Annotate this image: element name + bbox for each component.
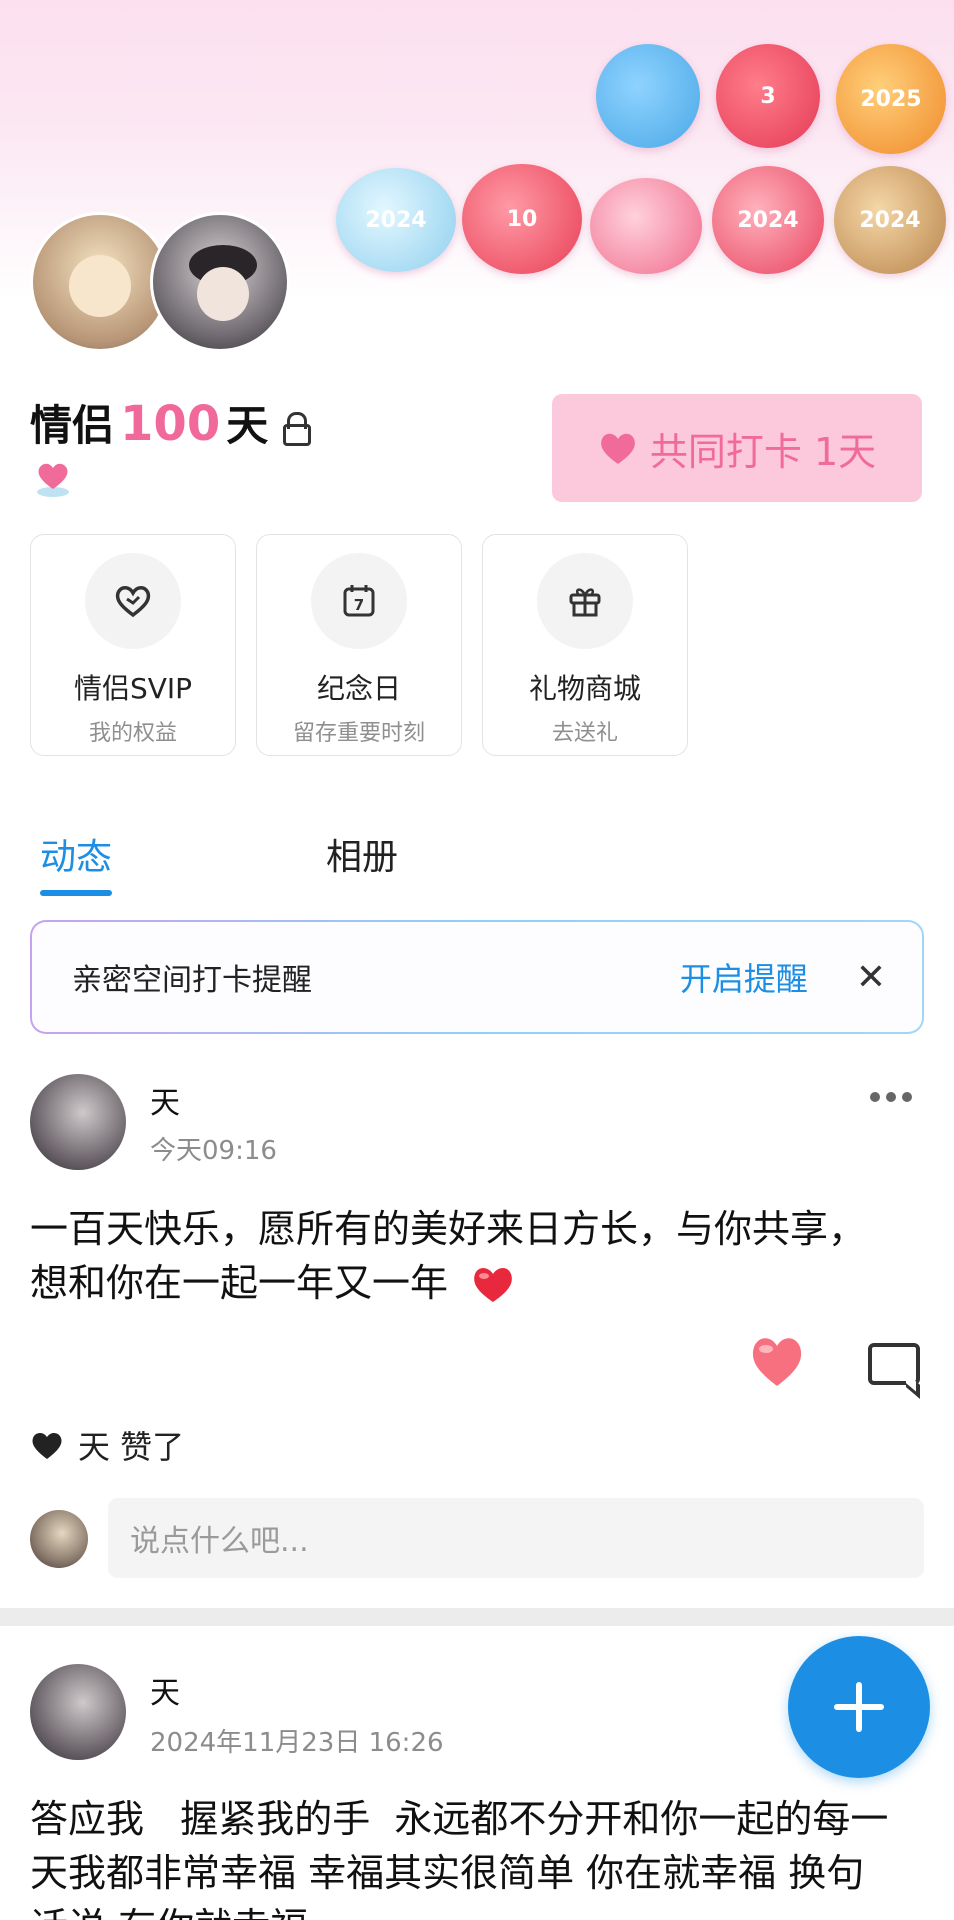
days-prefix: 情侣: [30, 401, 115, 450]
post-time: 2024年11月23日 16:26: [150, 1728, 444, 1758]
days-together: 情侣 100 天: [30, 392, 312, 453]
heart-badge-icon[interactable]: [32, 456, 74, 498]
post-author-avatar[interactable]: [30, 1074, 126, 1170]
feature-title: 纪念日: [316, 672, 401, 705]
post-divider: [0, 1608, 954, 1626]
heart-icon: [601, 433, 635, 464]
red-heart-emoji-icon: [474, 1268, 512, 1302]
post-author-avatar[interactable]: [30, 1664, 126, 1760]
post-content: 答应我 握紧我的手 永远都不分开和你一起的每一天我都非常幸福 幸福其实很简单 你…: [30, 1797, 889, 1920]
feature-card-anniversary[interactable]: 7 纪念日 留存重要时刻: [256, 534, 462, 756]
comment-icon[interactable]: [868, 1343, 920, 1385]
tab-album[interactable]: 相册: [326, 828, 398, 880]
feature-subtitle: 我的权益: [88, 721, 177, 746]
tab-moments[interactable]: 动态: [40, 828, 113, 896]
checkin-label: 共同打卡 1天: [649, 429, 877, 474]
checkin-reminder-banner: 亲密空间打卡提醒 开启提醒 ✕: [30, 920, 924, 1034]
sticker-heart-2024[interactable]: 2024: [712, 166, 824, 274]
heart-filled-icon: [32, 1432, 62, 1459]
post-content: 一百天快乐，愿所有的美好来日方长，与你共享，想和你在一起一年又一年: [30, 1207, 867, 1305]
avatar-partner-right[interactable]: [150, 212, 290, 352]
avatar-partner-left[interactable]: [30, 212, 170, 352]
comment-input[interactable]: 说点什么吧...: [108, 1498, 924, 1578]
my-avatar: [30, 1510, 88, 1568]
gift-icon-circle: [537, 553, 633, 649]
days-suffix: 天: [226, 401, 269, 450]
gift-icon: [569, 588, 601, 617]
sticker-heart[interactable]: [590, 178, 702, 274]
sticker-dragon-2025[interactable]: 2025: [836, 44, 946, 154]
liked-by-text: 天 赞了: [78, 1428, 185, 1466]
post-author[interactable]: 天: [150, 1078, 180, 1122]
post-time: 今天09:16: [150, 1136, 277, 1166]
reminder-text: 亲密空间打卡提醒: [72, 963, 312, 998]
add-post-button[interactable]: [788, 1636, 930, 1778]
checkin-button[interactable]: 共同打卡 1天: [552, 394, 922, 502]
lock-icon[interactable]: [282, 412, 312, 446]
sticker-heart-10[interactable]: 10: [462, 164, 582, 274]
svg-text:7: 7: [354, 596, 364, 614]
feature-title: 礼物商城: [528, 672, 641, 705]
days-number: 100: [120, 396, 221, 452]
enable-reminder-button[interactable]: 开启提醒: [680, 954, 808, 1000]
feature-subtitle: 去送礼: [551, 721, 618, 746]
sticker-seal[interactable]: [596, 44, 700, 148]
calendar-7-icon: 7: [343, 585, 375, 617]
heart-outline-icon: [115, 586, 151, 618]
feature-title: 情侣SVIP: [73, 672, 193, 705]
sticker-capybara-2024[interactable]: 2024: [834, 166, 946, 274]
anniversary-icon-circle: 7: [311, 553, 407, 649]
liked-by-row: 天 赞了: [30, 1422, 184, 1468]
sticker-penguin-2024[interactable]: 2024: [336, 168, 456, 272]
post-author[interactable]: 天: [150, 1668, 180, 1712]
feature-card-gift-shop[interactable]: 礼物商城 去送礼: [482, 534, 688, 756]
more-options-icon[interactable]: [870, 1092, 912, 1102]
svip-icon-circle: [85, 553, 181, 649]
sticker-heart-3[interactable]: 3: [716, 44, 820, 148]
feature-subtitle: 留存重要时刻: [292, 721, 425, 746]
close-icon[interactable]: ✕: [856, 957, 886, 998]
like-heart-icon[interactable]: [748, 1332, 806, 1388]
feature-card-svip[interactable]: 情侣SVIP 我的权益: [30, 534, 236, 756]
